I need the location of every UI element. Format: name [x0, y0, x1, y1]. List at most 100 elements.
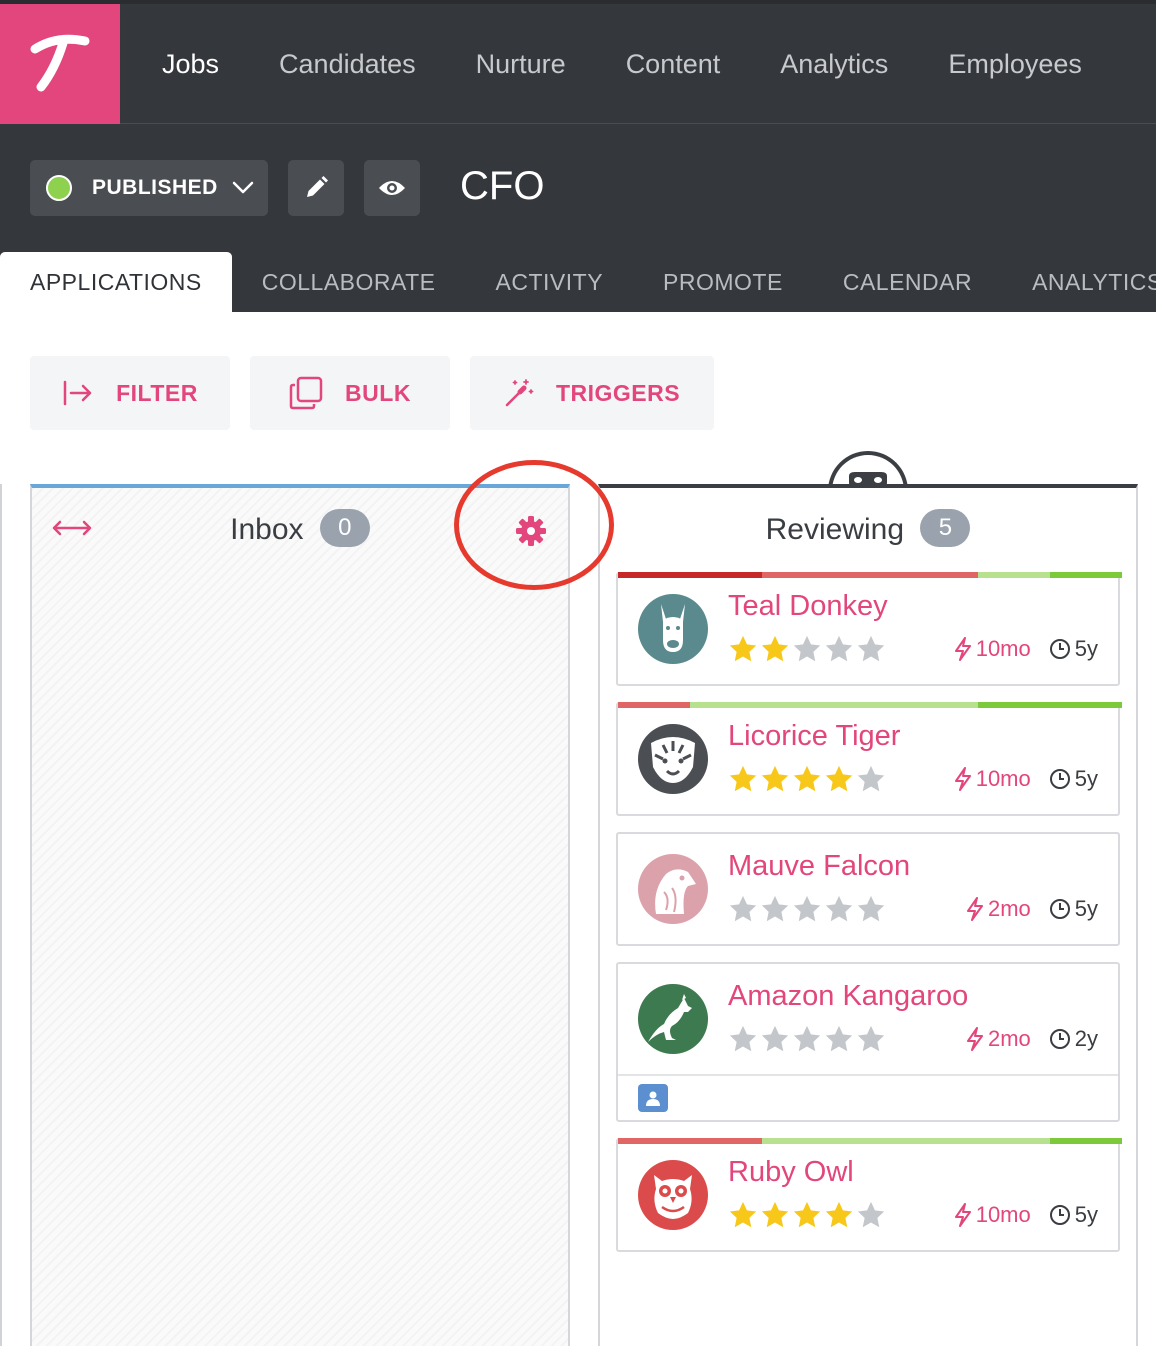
star-rating[interactable] [728, 634, 888, 664]
score-bar-segment [978, 572, 1050, 578]
candidate-card[interactable]: Mauve Falcon 2mo 5y [616, 832, 1120, 946]
score-bar-segment [618, 572, 762, 578]
inbox-column[interactable]: Inbox 0 [30, 484, 570, 1346]
tab-calendar[interactable]: CALENDAR [813, 252, 1002, 312]
tab-collaborate[interactable]: COLLABORATE [232, 252, 466, 312]
star-empty-icon[interactable] [792, 894, 822, 924]
star-filled-icon[interactable] [824, 764, 854, 794]
clock-icon [1049, 639, 1070, 659]
last-activity: 10mo [954, 766, 1031, 792]
main-nav: Jobs Candidates Nurture Content Analytic… [132, 4, 1112, 124]
star-empty-icon[interactable] [728, 1024, 758, 1054]
candidate-card[interactable]: Licorice Tiger 10mo 5y [616, 702, 1122, 816]
person-icon[interactable] [638, 1084, 668, 1112]
candidate-meta: 2mo 2y [966, 1026, 1098, 1052]
star-rating[interactable] [728, 894, 888, 924]
lightning-icon [954, 767, 971, 791]
status-dropdown[interactable]: PUBLISHED [30, 160, 268, 216]
candidate-card[interactable]: Amazon Kangaroo 2mo 2y [616, 962, 1120, 1122]
bulk-button[interactable]: BULK [250, 356, 450, 430]
star-filled-icon[interactable] [728, 634, 758, 664]
nav-nurture[interactable]: Nurture [446, 49, 596, 80]
candidate-name[interactable]: Teal Donkey [728, 590, 888, 623]
last-activity: 2mo [966, 1026, 1031, 1052]
candidate-name[interactable]: Ruby Owl [728, 1156, 854, 1189]
preview-job-button[interactable] [364, 160, 420, 216]
app-logo[interactable] [0, 4, 120, 124]
score-bar-segment [1050, 572, 1122, 578]
score-bar-segment [690, 702, 978, 708]
star-empty-icon[interactable] [760, 1024, 790, 1054]
tab-applications[interactable]: APPLICATIONS [0, 252, 232, 312]
candidate-card[interactable]: Teal Donkey 10mo 5y [616, 572, 1122, 686]
star-filled-icon[interactable] [824, 1200, 854, 1230]
top-nav-bar: Jobs Candidates Nurture Content Analytic… [0, 0, 1156, 124]
score-bar-segment [618, 1138, 762, 1144]
candidate-age: 5y [1049, 766, 1098, 792]
tab-activity[interactable]: ACTIVITY [466, 252, 634, 312]
last-activity: 2mo [966, 896, 1031, 922]
triggers-button[interactable]: TRIGGERS [470, 356, 714, 430]
filter-button[interactable]: FILTER [30, 356, 230, 430]
lightning-icon [966, 1027, 983, 1051]
lightning-icon [966, 897, 983, 921]
star-empty-icon[interactable] [792, 1024, 822, 1054]
star-empty-icon[interactable] [856, 894, 886, 924]
star-filled-icon[interactable] [728, 1200, 758, 1230]
nav-jobs[interactable]: Jobs [132, 49, 249, 80]
job-tabs: APPLICATIONS COLLABORATE ACTIVITY PROMOT… [0, 252, 1156, 312]
candidate-age: 5y [1049, 896, 1098, 922]
kangaroo-icon [638, 984, 708, 1054]
star-filled-icon[interactable] [760, 634, 790, 664]
star-empty-icon[interactable] [856, 634, 886, 664]
star-empty-icon[interactable] [728, 894, 758, 924]
job-header: PUBLISHED CFO APPLICATIONS COLLABORATE A… [0, 124, 1156, 312]
clock-icon [1049, 769, 1070, 789]
lightning-icon [954, 637, 971, 661]
star-filled-icon[interactable] [760, 764, 790, 794]
tiger-icon [638, 724, 708, 794]
star-empty-icon[interactable] [824, 634, 854, 664]
star-filled-icon[interactable] [760, 1200, 790, 1230]
star-empty-icon[interactable] [856, 1200, 886, 1230]
triggers-label: TRIGGERS [555, 379, 681, 406]
last-activity: 10mo [954, 1202, 1031, 1228]
candidate-meta: 2mo 5y [966, 896, 1098, 922]
tab-promote[interactable]: PROMOTE [633, 252, 813, 312]
clock-icon [1049, 1205, 1070, 1225]
nav-candidates[interactable]: Candidates [249, 49, 446, 80]
score-bar-segment [978, 702, 1122, 708]
candidate-meta: 10mo 5y [954, 636, 1098, 662]
candidate-age: 5y [1049, 636, 1098, 662]
pipeline-actions: FILTER BULK TRIGGERS [30, 356, 734, 430]
candidate-age: 5y [1049, 1202, 1098, 1228]
star-filled-icon[interactable] [792, 764, 822, 794]
candidate-name[interactable]: Licorice Tiger [728, 720, 900, 753]
owl-icon [638, 1160, 708, 1230]
star-empty-icon[interactable] [824, 1024, 854, 1054]
candidate-name[interactable]: Amazon Kangaroo [728, 980, 968, 1013]
candidate-meta: 10mo 5y [954, 1202, 1098, 1228]
nav-analytics[interactable]: Analytics [750, 49, 918, 80]
nav-employees[interactable]: Employees [918, 49, 1112, 80]
star-empty-icon[interactable] [760, 894, 790, 924]
falcon-icon [638, 854, 708, 924]
star-rating[interactable] [728, 764, 888, 794]
filter-arrow-icon [63, 380, 92, 406]
job-title: CFO [460, 164, 545, 208]
candidate-card[interactable]: Ruby Owl 10mo 5y [616, 1138, 1122, 1252]
tab-analytics[interactable]: ANALYTICS [1002, 252, 1156, 312]
star-empty-icon[interactable] [856, 764, 886, 794]
star-rating[interactable] [728, 1200, 888, 1230]
edit-job-button[interactable] [288, 160, 344, 216]
clock-icon [1049, 1029, 1070, 1049]
star-empty-icon[interactable] [824, 894, 854, 924]
star-filled-icon[interactable] [728, 764, 758, 794]
candidate-name[interactable]: Mauve Falcon [728, 850, 910, 883]
star-empty-icon[interactable] [792, 634, 822, 664]
star-filled-icon[interactable] [792, 1200, 822, 1230]
candidate-meta: 10mo 5y [954, 766, 1098, 792]
star-rating[interactable] [728, 1024, 888, 1054]
star-empty-icon[interactable] [856, 1024, 886, 1054]
nav-content[interactable]: Content [596, 49, 751, 80]
